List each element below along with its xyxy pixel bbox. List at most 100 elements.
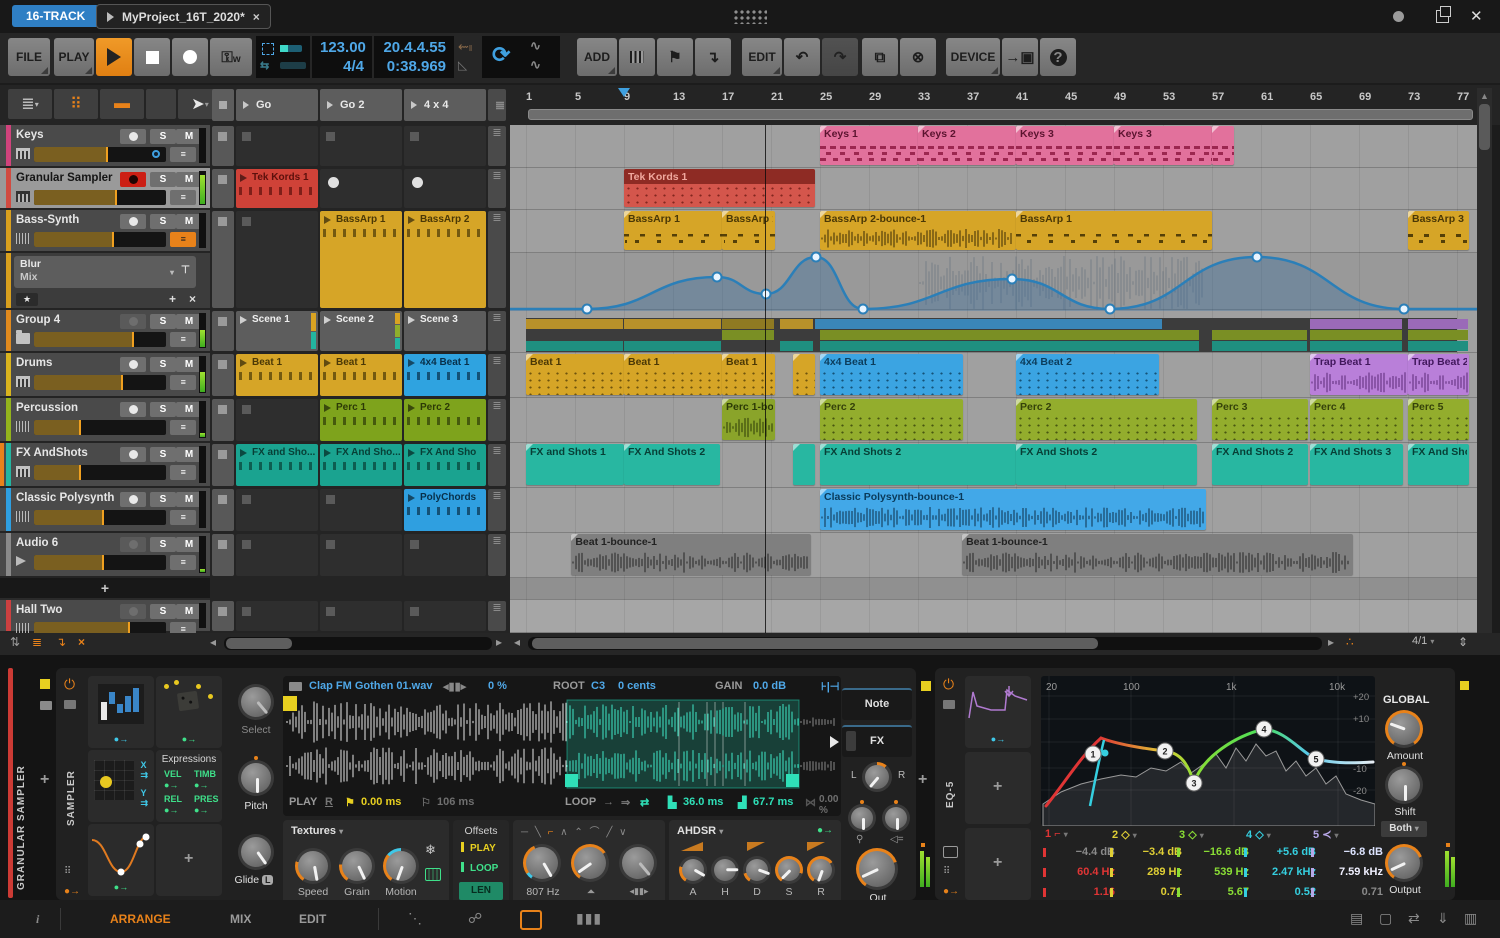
arranger-clip[interactable]: 4x4 Beat 2 [1016, 354, 1160, 395]
record-arm-button[interactable] [120, 172, 146, 187]
solo-button[interactable]: S [150, 172, 176, 187]
filter-resonance-knob[interactable] [571, 844, 609, 882]
modulators-icon[interactable]: ●→ [943, 886, 959, 897]
track-menu-button[interactable]: ≡ [170, 232, 196, 247]
scene-header-2[interactable]: Go 2 [320, 89, 402, 121]
arranger-clip[interactable] [793, 354, 816, 395]
clip-row-options[interactable]: ≣ [488, 354, 506, 396]
scene-play-icon[interactable] [327, 101, 333, 109]
eq-display[interactable]: 1 2 3 4 5 20 100 1k 10k +20 +10 -10 -20 [1041, 676, 1375, 826]
arranger-clip[interactable]: Perc 3 [1212, 399, 1308, 440]
volume-slider[interactable] [34, 375, 166, 390]
eq-band-freq-value[interactable]: 7.59 kHz [1311, 866, 1383, 878]
track-row-granular-sampler[interactable]: Granular Sampler S M ≡ [0, 168, 210, 210]
play-button[interactable] [96, 38, 132, 76]
clip-slot-empty[interactable] [236, 399, 318, 441]
expanded-view-icon[interactable] [943, 846, 958, 858]
record-arm-button[interactable] [120, 537, 146, 552]
grid-resolution-value[interactable]: 4/1 ▾ [1412, 635, 1434, 647]
add-menu-button[interactable]: ADD [577, 38, 617, 76]
record-arm-button[interactable] [120, 314, 146, 329]
arranger-clip[interactable]: Perc 5 [1408, 399, 1470, 440]
eq-band-q-value[interactable]: 0.52 [1244, 886, 1316, 898]
add-marker-icon[interactable]: ⚑ [657, 38, 693, 76]
arranger-clip[interactable]: BassArp 1 [1016, 211, 1212, 250]
edit-menu-button[interactable]: EDIT [742, 38, 782, 76]
position-display[interactable]: 20.4.4.55 0:38.969 [374, 36, 454, 78]
arranger-scroll-right-icon[interactable]: ▸ [1328, 635, 1334, 649]
arranger-clip[interactable]: Trap Beat 1 [1310, 354, 1408, 395]
track-stop-button[interactable] [212, 399, 234, 441]
track-stop-button[interactable] [212, 444, 234, 486]
solo-button[interactable]: S [150, 214, 176, 229]
env-knob-S[interactable] [775, 856, 803, 884]
vertical-zoom-icon[interactable]: ⇕ [1458, 635, 1468, 649]
root-note-value[interactable]: C3 [591, 680, 605, 692]
clip-slot-empty[interactable] [320, 126, 402, 166]
preset-selector[interactable]: Blur Mix ▾ ⊤ [14, 256, 196, 288]
launcher-clip[interactable]: FX And Sho... [320, 444, 402, 486]
filter-keytrack-knob[interactable] [619, 844, 657, 882]
modulator-route-icon[interactable]: ●→ [991, 734, 1005, 744]
window-close-icon[interactable]: ✕ [1470, 7, 1483, 25]
scene-play-icon[interactable] [411, 101, 417, 109]
solo-button[interactable]: S [150, 604, 176, 619]
fit-sample-icon[interactable]: ⊦|⊣ [821, 680, 839, 693]
launcher-clip[interactable]: BassArp 1 [320, 211, 402, 308]
follow-playhead-icon[interactable]: ↴ [56, 635, 66, 649]
arranger-clip[interactable]: BassArp 3 [1408, 211, 1470, 250]
add-slot-icon[interactable]: + [169, 292, 176, 306]
eq-band-gain-value[interactable]: −4.4 dB [1043, 846, 1115, 858]
track-row-hall-two[interactable]: Hall Two S M ≡ [0, 600, 210, 637]
scene-options-cell[interactable]: ≣ [488, 89, 506, 121]
eq-band-q-value[interactable]: 0.71 [1110, 886, 1182, 898]
sample-folder-icon[interactable] [289, 682, 302, 691]
file-menu-button[interactable]: FILE [8, 38, 50, 76]
delete-button[interactable]: ⊗ [900, 38, 936, 76]
clip-row-options[interactable]: ≣ [488, 211, 506, 308]
track-name[interactable]: Audio 6 [16, 537, 58, 549]
insert-device-icon[interactable]: →▣ [1002, 38, 1038, 76]
launcher-clip[interactable]: Tek Kords 1 [236, 169, 318, 208]
scroll-up-icon[interactable]: ▲ [1480, 91, 1489, 101]
env-knob-R[interactable] [807, 856, 835, 884]
envelope-follower-cell[interactable]: ●→ [965, 676, 1031, 748]
track-row-keys[interactable]: Keys S M ≡ [0, 125, 210, 168]
gain-value[interactable]: 0.0 dB [753, 680, 786, 692]
fx-chain-button[interactable]: FX [842, 725, 912, 757]
loop-start-handle[interactable] [565, 774, 578, 787]
launcher-clip[interactable]: Perc 2 [404, 399, 486, 441]
timb-output[interactable]: TIMB [194, 769, 216, 779]
device-menu-button[interactable]: DEVICE [946, 38, 1000, 76]
arranger-clip[interactable]: FX And Shots 2 [1212, 444, 1308, 485]
clip-slot-record[interactable] [320, 169, 402, 208]
track-name[interactable]: Hall Two [16, 604, 62, 616]
arranger-clip[interactable]: Tek Kords 1 [624, 169, 816, 207]
show-cursor-panel-icon[interactable]: ⋱ [408, 910, 422, 927]
track-menu-button[interactable]: ≡ [170, 375, 196, 390]
chevron-down-icon[interactable]: ▾ [170, 266, 174, 279]
track-stop-button[interactable] [212, 601, 234, 631]
scene-launch-cell[interactable]: Scene 3 [404, 311, 486, 351]
scene-launch-cell[interactable]: Scene 1 [236, 311, 318, 351]
mixer-panel-icon[interactable]: ▥ [1464, 910, 1477, 927]
track-name[interactable]: Classic Polysynth [16, 492, 114, 504]
add-instrument-icon[interactable] [619, 38, 655, 76]
arranger-clip[interactable]: Keys 3 [1016, 126, 1114, 165]
track-menu-button[interactable]: ≡ [170, 332, 196, 347]
close-project-icon[interactable]: × [253, 10, 260, 24]
modulator-route-icon[interactable]: ●→ [114, 734, 128, 744]
loop-start-value[interactable]: 36.0 ms [683, 796, 723, 808]
arranger-clip[interactable]: Beat 1 [526, 354, 624, 395]
arranger-clip[interactable]: Beat 1 [722, 354, 775, 395]
eq-band-q-value[interactable]: 0.71 [1311, 886, 1383, 898]
favorite-star-icon[interactable]: ★ [16, 293, 38, 306]
piano-panel-toggle-icon[interactable]: ▮▮▮ [576, 910, 602, 927]
lanes-view-icon[interactable]: ▬ [100, 89, 144, 119]
record-arm-button[interactable] [120, 357, 146, 372]
arranger-clip[interactable]: FX And Shots 3 [1408, 444, 1470, 485]
clip-slot-empty[interactable] [404, 126, 486, 166]
record-button[interactable] [172, 38, 208, 76]
arranger-clip[interactable]: FX And Shots 3 [1310, 444, 1404, 485]
arranger-clip[interactable]: BassArp 1 [624, 211, 722, 250]
